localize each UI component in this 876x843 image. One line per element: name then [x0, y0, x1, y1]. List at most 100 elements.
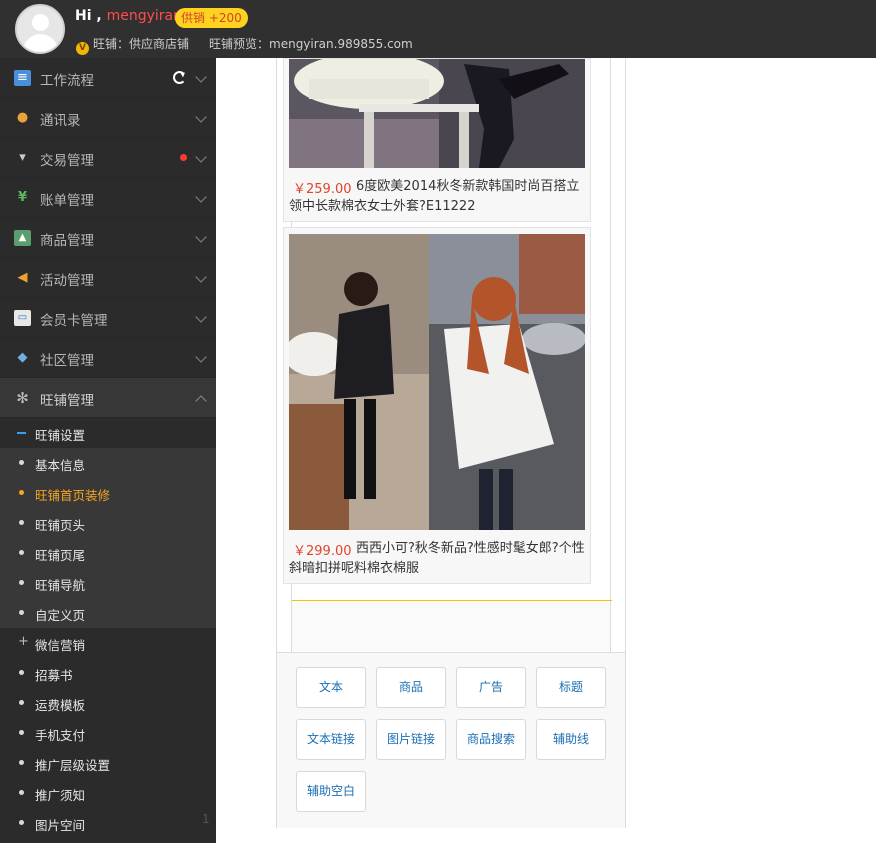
sub-item-label: 旺铺页头	[35, 518, 86, 533]
bullet-icon	[19, 670, 24, 675]
add-text-button[interactable]: 文本	[296, 667, 366, 708]
sidebar-sub-shipping-template[interactable]: 运费模板	[0, 688, 216, 718]
add-text-link-button[interactable]: 文本链接	[296, 719, 366, 760]
greeting: Hi , mengyiran	[75, 8, 182, 24]
picture-icon: ▲	[14, 230, 31, 246]
chevron-down-icon	[195, 231, 207, 243]
notification-dot	[180, 154, 187, 161]
sub-item-label: 推广层级设置	[35, 758, 111, 773]
sidebar-item-label: 商品管理	[40, 233, 94, 249]
refresh-icon[interactable]	[173, 71, 186, 84]
workflow-icon: ≡	[14, 70, 31, 86]
bullet-icon	[19, 550, 24, 555]
sidebar-item-contacts[interactable]: ● 通讯录	[0, 98, 216, 138]
add-heading-button[interactable]: 标题	[536, 667, 606, 708]
sidebar-item-activities[interactable]: ◀ 活动管理	[0, 258, 216, 298]
sub-item-label: 图片空间	[35, 818, 86, 833]
sidebar-sub-promotion-notice[interactable]: 推广须知	[0, 778, 216, 808]
chevron-down-icon	[195, 71, 207, 83]
sidebar-item-label: 旺铺管理	[40, 393, 94, 409]
add-ad-button[interactable]: 广告	[456, 667, 526, 708]
bullet-icon	[19, 520, 24, 525]
card-icon: ▭	[14, 310, 31, 326]
sidebar-item-label: 通讯录	[40, 113, 81, 129]
sidebar-item-membership[interactable]: ▭ 会员卡管理	[0, 298, 216, 338]
sidebar-sub-shop-settings[interactable]: 旺铺设置	[0, 418, 216, 448]
sub-item-label: 旺铺设置	[35, 428, 86, 443]
sidebar-sub-promotion-levels[interactable]: 推广层级设置	[0, 748, 216, 778]
avatar-body	[23, 34, 58, 52]
shop-info: V 旺铺：供应商店铺 旺铺预览：mengyiran.989855.com	[76, 35, 413, 55]
bullet-icon	[19, 790, 24, 795]
sub-item-label: 手机支付	[35, 728, 86, 743]
greeting-text: Hi ,	[75, 8, 102, 24]
expand-plus-icon: +	[18, 634, 29, 649]
sidebar-sub-shop-header[interactable]: 旺铺页头	[0, 508, 216, 538]
add-guide-line-button[interactable]: 辅助线	[536, 719, 606, 760]
sub-item-label: 微信营销	[35, 638, 86, 653]
avatar[interactable]	[15, 4, 65, 54]
sidebar-item-workflow[interactable]: ≡ 工作流程	[0, 58, 216, 98]
chevron-down-icon	[195, 311, 207, 323]
username[interactable]: mengyiran	[107, 8, 182, 24]
product-title[interactable]: 西西小可?秋冬新品?性感时髦女郎?个性斜暗扣拼呢料棉衣棉服	[289, 539, 587, 579]
product-image[interactable]	[289, 234, 585, 530]
component-toolbox: 文本 商品 广告 标题 文本链接 图片链接 商品搜索 辅助线 辅助空白	[277, 652, 625, 828]
sidebar-sub-custom-page[interactable]: 自定义页	[0, 598, 216, 628]
sidebar-item-label: 工作流程	[40, 73, 94, 89]
sidebar-sub-shop-footer[interactable]: 旺铺页尾	[0, 538, 216, 568]
bullet-icon	[19, 460, 24, 465]
sub-item-label: 旺铺首页装修	[35, 488, 111, 503]
page-number: 1	[202, 812, 210, 826]
sidebar-sub-basic-info[interactable]: 基本信息	[0, 448, 216, 478]
sidebar-sub-mobile-payment[interactable]: 手机支付	[0, 718, 216, 748]
bullet-icon	[19, 760, 24, 765]
sidebar-item-community[interactable]: ◆ 社区管理	[0, 338, 216, 378]
sub-item-label: 自定义页	[35, 608, 86, 623]
add-image-link-button[interactable]: 图片链接	[376, 719, 446, 760]
chevron-down-icon	[195, 351, 207, 363]
collapse-dash-icon	[17, 432, 26, 434]
sub-item-label: 招募书	[35, 668, 73, 683]
sidebar-sub-image-space[interactable]: 图片空间	[0, 808, 216, 838]
sidebar-item-label: 社区管理	[40, 353, 94, 369]
sub-item-label: 基本信息	[35, 458, 86, 473]
add-product-search-button[interactable]: 商品搜索	[456, 719, 526, 760]
basket-icon: ▾	[19, 150, 26, 165]
megaphone-icon: ◀	[17, 270, 28, 285]
product-card[interactable]: ￥259.00 6度欧美2014秋冬新款韩国时尚百搭立领中长款棉衣女士外套?E1…	[283, 58, 591, 222]
product-image[interactable]	[289, 59, 585, 168]
sidebar-item-trade[interactable]: ▾ 交易管理	[0, 138, 216, 178]
chat-icon: ◆	[17, 350, 28, 365]
bullet-icon	[19, 580, 24, 585]
sidebar-item-shop[interactable]: ✻ 旺铺管理	[0, 378, 216, 418]
sidebar-item-bills[interactable]: ¥ 账单管理	[0, 178, 216, 218]
sidebar-sub-wechat-marketing[interactable]: + 微信营销	[0, 628, 216, 658]
add-blank-space-button[interactable]: 辅助空白	[296, 771, 366, 812]
add-product-button[interactable]: 商品	[376, 667, 446, 708]
preview-empty-area	[292, 601, 610, 651]
sidebar-item-label: 账单管理	[40, 193, 94, 209]
product-title[interactable]: 6度欧美2014秋冬新款韩国时尚百搭立领中长款棉衣女士外套?E11222	[289, 177, 587, 217]
product-card[interactable]: ￥299.00 西西小可?秋冬新品?性感时髦女郎?个性斜暗扣拼呢料棉衣棉服	[283, 227, 591, 584]
bullet-icon	[19, 610, 24, 615]
verified-icon: V	[76, 42, 89, 55]
shop-preview-link[interactable]: 旺铺预览：mengyiran.989855.com	[209, 37, 413, 51]
bullet-icon	[19, 490, 24, 495]
contacts-icon: ●	[16, 110, 29, 125]
chevron-down-icon	[195, 191, 207, 203]
sidebar-item-label: 交易管理	[40, 153, 94, 169]
product-photo-2	[289, 234, 585, 530]
sidebar-sub-shop-navigation[interactable]: 旺铺导航	[0, 568, 216, 598]
sub-item-label: 旺铺页尾	[35, 548, 86, 563]
bullet-icon	[19, 820, 24, 825]
sidebar-item-products[interactable]: ▲ 商品管理	[0, 218, 216, 258]
sub-item-label: 推广须知	[35, 788, 86, 803]
shop-label: 旺铺：供应商店铺	[93, 37, 190, 51]
sidebar-item-label: 活动管理	[40, 273, 94, 289]
sub-item-label: 旺铺导航	[35, 578, 86, 593]
avatar-head	[32, 14, 49, 31]
sidebar-sub-recruitment[interactable]: 招募书	[0, 658, 216, 688]
sidebar-item-label: 会员卡管理	[40, 313, 108, 329]
sidebar-sub-homepage-decoration[interactable]: 旺铺首页装修	[0, 478, 216, 508]
